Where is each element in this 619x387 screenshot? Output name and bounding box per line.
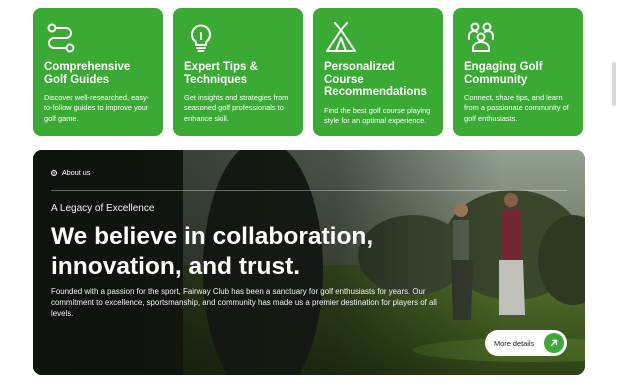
feature-description: Find the best golf course playing style … (324, 105, 431, 125)
section-body: Founded with a passion for the sport, Fa… (51, 287, 437, 318)
community-icon (464, 20, 498, 54)
feature-card-tips[interactable]: Expert Tips & Techniques Get insights an… (173, 8, 303, 136)
feature-card-guides[interactable]: Comprehensive Golf Guides Discover well-… (33, 8, 163, 136)
feature-cards: Comprehensive Golf Guides Discover well-… (33, 8, 583, 136)
section-headline: We believe in collaboration, innovation,… (51, 223, 374, 280)
feature-title: Personalized Course Recommendations (324, 61, 427, 98)
more-details-button[interactable]: More details (485, 330, 567, 356)
feature-title: Expert Tips & Techniques (184, 61, 258, 86)
tent-icon (324, 20, 358, 54)
bullet-icon (51, 169, 57, 176)
about-us-label: About us (62, 168, 91, 177)
arrow-up-right-icon[interactable] (544, 333, 564, 353)
feature-description: Discover well-researched, easy-to-follow… (44, 93, 150, 123)
feature-card-courses[interactable]: Personalized Course Recommendations Find… (313, 8, 443, 136)
divider (51, 190, 567, 191)
scrollbar[interactable] (612, 62, 616, 106)
about-us-tag: About us (51, 168, 90, 177)
more-details-label: More details (494, 338, 535, 348)
feature-description: Connect, share tips, and learn from a pa… (464, 93, 569, 123)
route-icon (44, 20, 78, 54)
about-hero: About us A Legacy of Excellence We belie… (33, 150, 585, 375)
feature-card-community[interactable]: Engaging Golf Community Connect, share t… (453, 8, 583, 136)
feature-title: Engaging Golf Community (464, 61, 543, 86)
lightbulb-icon (184, 20, 218, 54)
feature-description: Get insights and strategies from seasone… (184, 93, 289, 123)
feature-title: Comprehensive Golf Guides (44, 61, 131, 86)
section-eyebrow: A Legacy of Excellence (51, 203, 155, 214)
